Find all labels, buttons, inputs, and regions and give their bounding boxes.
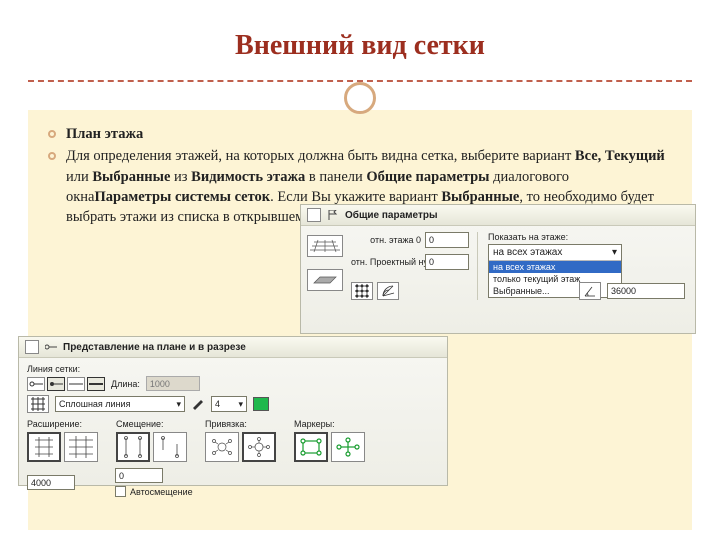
offset-option[interactable] — [116, 432, 150, 462]
grid-line-label: Линия сетки: — [27, 364, 439, 374]
pen-number-combo[interactable]: 4 ▾ — [211, 396, 247, 412]
grid3d-icon[interactable] — [307, 235, 343, 257]
extension-value-input[interactable]: 4000 — [27, 475, 75, 490]
panel-title-text: Представление на плане и в разрезе — [63, 342, 246, 353]
plan-section-panel: Представление на плане и в разрезе Линия… — [18, 336, 448, 486]
pen-color-swatch[interactable] — [253, 397, 269, 411]
ref-zero-input[interactable]: 0 — [425, 254, 469, 270]
line-style-option[interactable] — [87, 377, 105, 391]
snap-label: Привязка: — [205, 419, 276, 429]
chevron-down-icon: ▾ — [238, 399, 243, 410]
auto-offset-checkbox[interactable] — [115, 486, 126, 497]
auto-offset-label: Автосмещение — [130, 487, 193, 497]
panel-title[interactable]: Общие параметры — [301, 205, 695, 226]
offset-option[interactable] — [153, 432, 187, 462]
length-input: 1000 — [146, 376, 200, 391]
show-on-story-label: Показать на этаже: — [488, 232, 689, 242]
bullet-icon — [48, 152, 56, 160]
ortho-grid-icon[interactable] — [351, 282, 373, 300]
extension-option[interactable] — [64, 432, 98, 462]
marker-option[interactable] — [331, 432, 365, 462]
line-style-option[interactable] — [47, 377, 65, 391]
line-type-combo[interactable]: Сплошная линия ▾ — [55, 396, 185, 412]
line-style-option[interactable] — [67, 377, 85, 391]
ref-story-label: отн. этажа 0 — [351, 235, 421, 245]
offset-value-input[interactable]: 0 — [115, 468, 163, 483]
pen-value: 4 — [215, 399, 220, 409]
circle-decoration — [344, 82, 376, 114]
general-params-panel: Общие параметры отн. этажа 0 0 — [300, 204, 696, 334]
bullet-icon — [48, 130, 56, 138]
ref-zero-label: отн. Проектный нуль — [351, 257, 421, 267]
angle-input[interactable]: 36000 — [607, 283, 685, 299]
extension-option[interactable] — [27, 432, 61, 462]
chevron-down-icon: ▾ — [176, 399, 181, 410]
chevron-down-icon: ▾ — [612, 247, 617, 258]
extension-label: Расширение: — [27, 419, 98, 429]
panel-title-text: Общие параметры — [345, 210, 438, 221]
dropdown-item[interactable]: на всех этажах — [489, 261, 621, 273]
angle-icon[interactable] — [579, 282, 601, 300]
dropdown-selected-value: на всех этажах — [493, 247, 562, 258]
grid-icon[interactable] — [27, 395, 49, 413]
snap-option[interactable] — [205, 432, 239, 462]
offset-label: Смещение: — [116, 419, 187, 429]
flag-icon — [327, 210, 339, 220]
marker-option[interactable] — [294, 432, 328, 462]
markers-label: Маркеры: — [294, 419, 365, 429]
snap-option[interactable] — [242, 432, 276, 462]
axis-icon — [45, 342, 57, 352]
line-end-style — [27, 377, 105, 391]
slide-title: Внешний вид сетки — [28, 30, 692, 62]
length-label: Длина: — [111, 379, 140, 389]
panel-title[interactable]: Представление на плане и в разрезе — [19, 337, 447, 358]
line-style-option[interactable] — [27, 377, 45, 391]
line-type-value: Сплошная линия — [59, 399, 130, 409]
pen-icon — [191, 398, 205, 410]
plane-icon[interactable] — [307, 269, 343, 291]
bullet-heading: План этажа — [66, 124, 143, 144]
radial-grid-icon[interactable] — [377, 282, 399, 300]
ref-story-input[interactable]: 0 — [425, 232, 469, 248]
